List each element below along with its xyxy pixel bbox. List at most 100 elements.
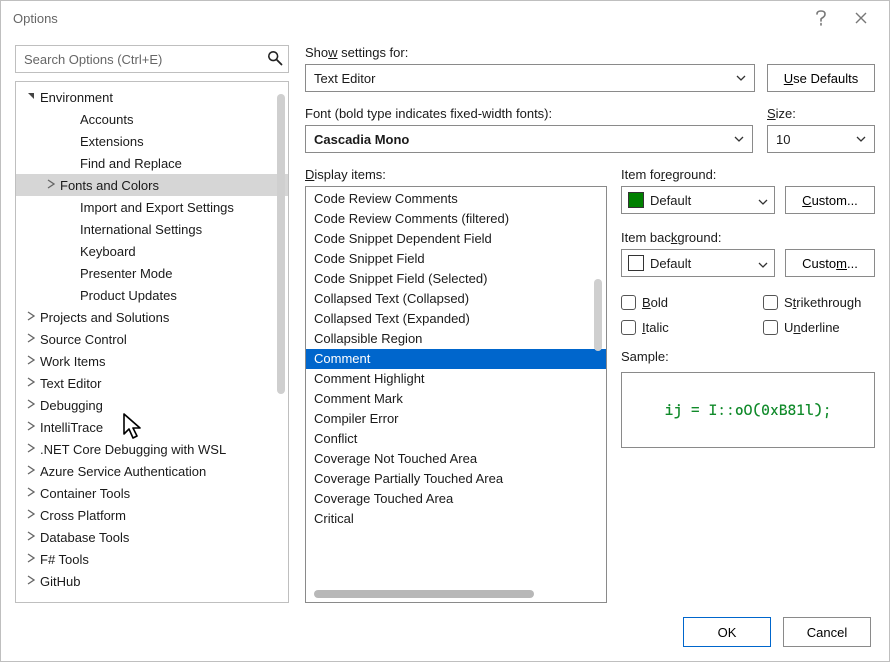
tree-item[interactable]: Import and Export Settings <box>16 196 288 218</box>
tree-item[interactable]: Product Updates <box>16 284 288 306</box>
tree-item-label: Import and Export Settings <box>80 200 234 215</box>
tree-item[interactable]: Debugging <box>16 394 288 416</box>
chevron-down-icon <box>758 256 768 271</box>
bold-checkbox[interactable]: Bold <box>621 295 733 310</box>
tree-item-label: Debugging <box>40 398 103 413</box>
list-item[interactable]: Comment <box>306 349 606 369</box>
tree-item[interactable]: Keyboard <box>16 240 288 262</box>
tree-item[interactable]: Environment <box>16 86 288 108</box>
chevron-right-icon <box>24 421 38 434</box>
checkbox-icon <box>763 295 778 310</box>
list-item[interactable]: Coverage Partially Touched Area <box>306 469 606 489</box>
sample-preview: ij = I::oO(0xB81l); <box>621 372 875 448</box>
font-combo[interactable]: Cascadia Mono <box>305 125 753 153</box>
chevron-right-icon <box>24 355 38 368</box>
tree-item[interactable]: IntelliTrace <box>16 416 288 438</box>
sample-label: Sample: <box>621 349 875 364</box>
tree-item[interactable]: F# Tools <box>16 548 288 570</box>
chevron-right-icon <box>24 487 38 500</box>
chevron-down-icon <box>24 91 38 104</box>
chevron-down-icon <box>734 133 744 145</box>
underline-checkbox[interactable]: Underline <box>763 320 875 335</box>
close-button[interactable] <box>841 4 881 32</box>
background-custom-button[interactable]: Custom... <box>785 249 875 277</box>
tree-item-label: IntelliTrace <box>40 420 103 435</box>
right-panel: Show settings for: Text Editor Use Defau… <box>305 45 875 603</box>
category-tree[interactable]: Environment Accounts Extensions Find and Re… <box>15 81 289 603</box>
tree-item[interactable]: Azure Service Authentication <box>16 460 288 482</box>
tree-item-label: Product Updates <box>80 288 177 303</box>
tree-item[interactable]: .NET Core Debugging with WSL <box>16 438 288 460</box>
tree-item[interactable]: Find and Replace <box>16 152 288 174</box>
list-item[interactable]: Code Snippet Field (Selected) <box>306 269 606 289</box>
use-defaults-button[interactable]: Use Defaults <box>767 64 875 92</box>
search-wrap <box>15 45 289 73</box>
display-items-listbox[interactable]: Code Review CommentsCode Review Comments… <box>305 186 607 603</box>
chevron-right-icon <box>24 553 38 566</box>
tree-item-label: F# Tools <box>40 552 89 567</box>
foreground-custom-button[interactable]: Custom... <box>785 186 875 214</box>
chevron-right-icon <box>24 377 38 390</box>
background-value: Default <box>650 256 691 271</box>
tree-item-label: .NET Core Debugging with WSL <box>40 442 226 457</box>
close-icon <box>855 12 867 24</box>
tree-item[interactable]: Accounts <box>16 108 288 130</box>
list-item[interactable]: Code Snippet Field <box>306 249 606 269</box>
list-item[interactable]: Critical <box>306 509 606 529</box>
list-item[interactable]: Comment Mark <box>306 389 606 409</box>
tree-item-label: Cross Platform <box>40 508 126 523</box>
help-button[interactable] <box>801 4 841 32</box>
chevron-down-icon <box>758 193 768 208</box>
show-settings-combo[interactable]: Text Editor <box>305 64 755 92</box>
tree-item[interactable]: Cross Platform <box>16 504 288 526</box>
tree-item[interactable]: Presenter Mode <box>16 262 288 284</box>
list-item[interactable]: Conflict <box>306 429 606 449</box>
size-combo[interactable]: 10 <box>767 125 875 153</box>
italic-checkbox[interactable]: Italic <box>621 320 733 335</box>
tree-item[interactable]: GitHub <box>16 570 288 592</box>
list-item[interactable]: Coverage Touched Area <box>306 489 606 509</box>
list-item[interactable]: Code Review Comments <box>306 189 606 209</box>
list-item[interactable]: Comment Highlight <box>306 369 606 389</box>
font-label: Font (bold type indicates fixed-width fo… <box>305 106 753 121</box>
list-item[interactable]: Compiler Error <box>306 409 606 429</box>
list-item[interactable]: Coverage Not Touched Area <box>306 449 606 469</box>
background-combo[interactable]: Default <box>621 249 775 277</box>
tree-item-label: Text Editor <box>40 376 101 391</box>
search-input[interactable] <box>15 45 289 73</box>
foreground-combo[interactable]: Default <box>621 186 775 214</box>
listbox-scrollbar-vertical[interactable] <box>594 279 602 351</box>
tree-item-label: Accounts <box>80 112 133 127</box>
list-item[interactable]: Code Review Comments (filtered) <box>306 209 606 229</box>
list-item[interactable]: Collapsed Text (Collapsed) <box>306 289 606 309</box>
tree-item[interactable]: Fonts and Colors <box>16 174 288 196</box>
tree-item[interactable]: International Settings <box>16 218 288 240</box>
tree-item-label: Source Control <box>40 332 127 347</box>
chevron-right-icon <box>24 575 38 588</box>
left-panel: Environment Accounts Extensions Find and Re… <box>15 45 289 603</box>
chevron-right-icon <box>24 531 38 544</box>
tree-item-label: Environment <box>40 90 113 105</box>
chevron-right-icon <box>24 465 38 478</box>
show-settings-row: Text Editor Use Defaults <box>305 64 875 92</box>
tree-item[interactable]: Source Control <box>16 328 288 350</box>
window-title: Options <box>13 11 801 26</box>
listbox-scrollbar-horizontal[interactable] <box>314 590 534 598</box>
tree-item[interactable]: Projects and Solutions <box>16 306 288 328</box>
tree-item[interactable]: Database Tools <box>16 526 288 548</box>
tree-item[interactable]: Work Items <box>16 350 288 372</box>
cancel-button[interactable]: Cancel <box>783 617 871 647</box>
ok-button[interactable]: OK <box>683 617 771 647</box>
chevron-right-icon <box>44 179 58 192</box>
checkbox-icon <box>763 320 778 335</box>
tree-item[interactable]: Container Tools <box>16 482 288 504</box>
list-item[interactable]: Code Snippet Dependent Field <box>306 229 606 249</box>
sample-text: ij = I::oO(0xB81l); <box>665 401 832 419</box>
list-item[interactable]: Collapsed Text (Expanded) <box>306 309 606 329</box>
tree-scrollbar[interactable] <box>277 94 285 394</box>
list-item[interactable]: Collapsible Region <box>306 329 606 349</box>
tree-item-label: Extensions <box>80 134 144 149</box>
tree-item[interactable]: Text Editor <box>16 372 288 394</box>
tree-item[interactable]: Extensions <box>16 130 288 152</box>
strikethrough-checkbox[interactable]: Strikethrough <box>763 295 875 310</box>
